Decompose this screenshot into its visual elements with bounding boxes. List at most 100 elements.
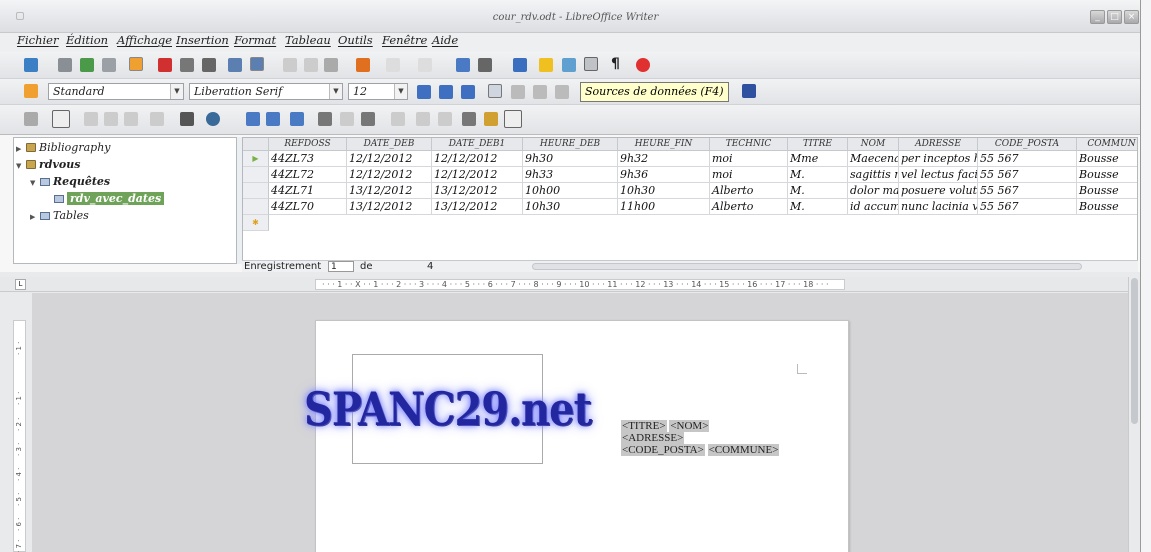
field-adresse[interactable]: <ADRESSE> (621, 432, 685, 444)
field-commune[interactable]: <COMMUNE> (707, 444, 780, 456)
address-block[interactable]: <TITRE> <NOM> <ADRESSE> <CODE_POSTA> <CO… (621, 420, 780, 456)
grid-cell[interactable]: M. (788, 199, 848, 215)
navigator-icon[interactable] (539, 58, 553, 72)
grid-cell[interactable]: 10h30 (618, 183, 710, 199)
menu-edition[interactable]: Édition (66, 33, 108, 47)
clone-format-icon[interactable] (356, 58, 370, 72)
row-selector[interactable]: ▶ (243, 151, 269, 167)
refresh-icon[interactable] (206, 112, 220, 126)
grid-cell[interactable]: Alberto (710, 199, 788, 215)
data-grid[interactable]: REFDOSS DATE_DEB DATE_DEB1 HEURE_DEB HEU… (242, 137, 1138, 270)
grid-cell[interactable]: 10h30 (523, 199, 618, 215)
record-number-input[interactable]: 1 (328, 261, 354, 272)
grid-cell[interactable]: 44ZL72 (269, 167, 347, 183)
column-header[interactable]: ADRESSE (899, 138, 978, 151)
standard-filter-icon[interactable] (361, 112, 375, 126)
close-button[interactable]: × (1124, 10, 1139, 24)
align-right-icon[interactable] (533, 85, 547, 99)
expand-icon[interactable]: ▶ (30, 209, 40, 225)
tree-item-requetes[interactable]: ▼ Requêtes (30, 174, 110, 190)
maximize-button[interactable]: □ (1107, 10, 1122, 24)
paste-record-icon[interactable] (124, 112, 138, 126)
tree-item-rdvous[interactable]: ▼ rdvous (16, 157, 80, 173)
hyperlink-icon[interactable] (456, 58, 470, 72)
bold-icon[interactable] (417, 85, 431, 99)
cut-icon[interactable] (283, 58, 297, 72)
underline-icon[interactable] (461, 85, 475, 99)
column-header[interactable]: REFDOSS (269, 138, 347, 151)
tree-item-tables[interactable]: ▶ Tables (30, 208, 89, 224)
grid-cell[interactable]: 12/12/2012 (432, 167, 523, 183)
document-page[interactable]: SPANC29.net <TITRE> <NOM> <ADRESSE> <COD… (304, 320, 849, 552)
grid-cell[interactable]: nunc lacinia vel (899, 199, 978, 215)
copy-icon[interactable] (304, 58, 318, 72)
expand-icon[interactable]: ▶ (16, 141, 26, 157)
column-header[interactable]: TECHNIC (710, 138, 788, 151)
grid-cell[interactable]: posuere volutpa (899, 183, 978, 199)
print-preview-icon[interactable] (202, 58, 216, 72)
menu-format[interactable]: Format (234, 33, 276, 47)
background-color-icon[interactable] (742, 84, 756, 98)
grid-cell[interactable]: id accums (848, 199, 899, 215)
grid-cell[interactable]: Maecenas (848, 151, 899, 167)
grid-cell[interactable]: Bousse (1077, 151, 1137, 167)
grid-cell[interactable]: 12/12/2012 (347, 167, 432, 183)
save-record-icon[interactable] (24, 112, 38, 126)
grid-cell[interactable]: Bousse (1077, 183, 1137, 199)
menu-fenetre[interactable]: Fenêtre (382, 33, 427, 47)
show-draw-functions-icon[interactable] (513, 58, 527, 72)
tree-item-rdv-avec-dates[interactable]: rdv_avec_dates (54, 191, 165, 207)
minimize-button[interactable]: _ (1090, 10, 1105, 24)
menu-insertion[interactable]: Insertion (176, 33, 229, 47)
column-header[interactable]: HEURE_DEB (523, 138, 618, 151)
grid-cell[interactable]: 55 567 (978, 151, 1077, 167)
grid-cell[interactable]: 9h32 (618, 151, 710, 167)
edit-data-icon[interactable] (52, 110, 70, 128)
field-code-posta[interactable]: <CODE_POSTA> (621, 444, 705, 456)
sort-descending-icon[interactable] (290, 112, 304, 126)
grid-cell[interactable]: moi (710, 167, 788, 183)
cut-record-icon[interactable] (84, 112, 98, 126)
email-icon[interactable] (102, 58, 116, 72)
logo-image[interactable]: SPANC29.net (304, 354, 592, 464)
grid-cell[interactable]: 9h36 (618, 167, 710, 183)
tree-item-bibliography[interactable]: ▶ Bibliography (16, 140, 111, 156)
copy-record-icon[interactable] (104, 112, 118, 126)
grid-cell[interactable]: 13/12/2012 (432, 199, 523, 215)
sort-ascending-icon[interactable] (266, 112, 280, 126)
grid-cell[interactable]: 9h30 (523, 151, 618, 167)
chevron-down-icon[interactable]: ▼ (394, 84, 407, 99)
grid-cell[interactable]: 55 567 (978, 199, 1077, 215)
apply-filter-icon[interactable] (340, 112, 354, 126)
grid-cell[interactable]: Bousse (1077, 167, 1137, 183)
grid-cell[interactable]: 11h00 (618, 199, 710, 215)
column-header[interactable]: HEURE_FIN (618, 138, 710, 151)
styles-icon[interactable] (24, 84, 38, 98)
grid-cell[interactable]: Bousse (1077, 199, 1137, 215)
find-record-icon[interactable] (180, 112, 194, 126)
grid-cell[interactable]: per inceptos hin (899, 151, 978, 167)
column-header[interactable]: TITRE (788, 138, 848, 151)
save-icon[interactable] (80, 58, 94, 72)
grid-cell[interactable]: 13/12/2012 (347, 199, 432, 215)
grid-cell[interactable]: 12/12/2012 (432, 151, 523, 167)
menu-tableau[interactable]: Tableau (285, 33, 331, 47)
grid-cell[interactable]: Alberto (710, 183, 788, 199)
column-header[interactable]: DATE_DEB (347, 138, 432, 151)
paste-icon[interactable] (324, 58, 338, 72)
align-left-icon[interactable] (488, 84, 502, 98)
chevron-down-icon[interactable]: ▼ (329, 84, 342, 99)
grid-cell[interactable]: M. (788, 167, 848, 183)
table-icon[interactable] (478, 58, 492, 72)
horizontal-ruler[interactable]: L · · · 1 · · X · · 1 · · · 2 · · · 3 · … (0, 277, 1140, 292)
menu-affichage[interactable]: Affichage (117, 33, 172, 47)
document-area[interactable]: SPANC29.net <TITRE> <NOM> <ADRESSE> <COD… (32, 293, 1128, 552)
menu-fichier[interactable]: Fichier (17, 33, 59, 47)
chevron-down-icon[interactable]: ▼ (170, 84, 183, 99)
open-icon[interactable] (58, 58, 72, 72)
column-header[interactable]: DATE_DEB1 (432, 138, 523, 151)
collapse-icon[interactable]: ▼ (16, 158, 26, 174)
export-pdf-icon[interactable] (158, 58, 172, 72)
grid-cell[interactable]: M. (788, 183, 848, 199)
gallery-icon[interactable] (562, 58, 576, 72)
